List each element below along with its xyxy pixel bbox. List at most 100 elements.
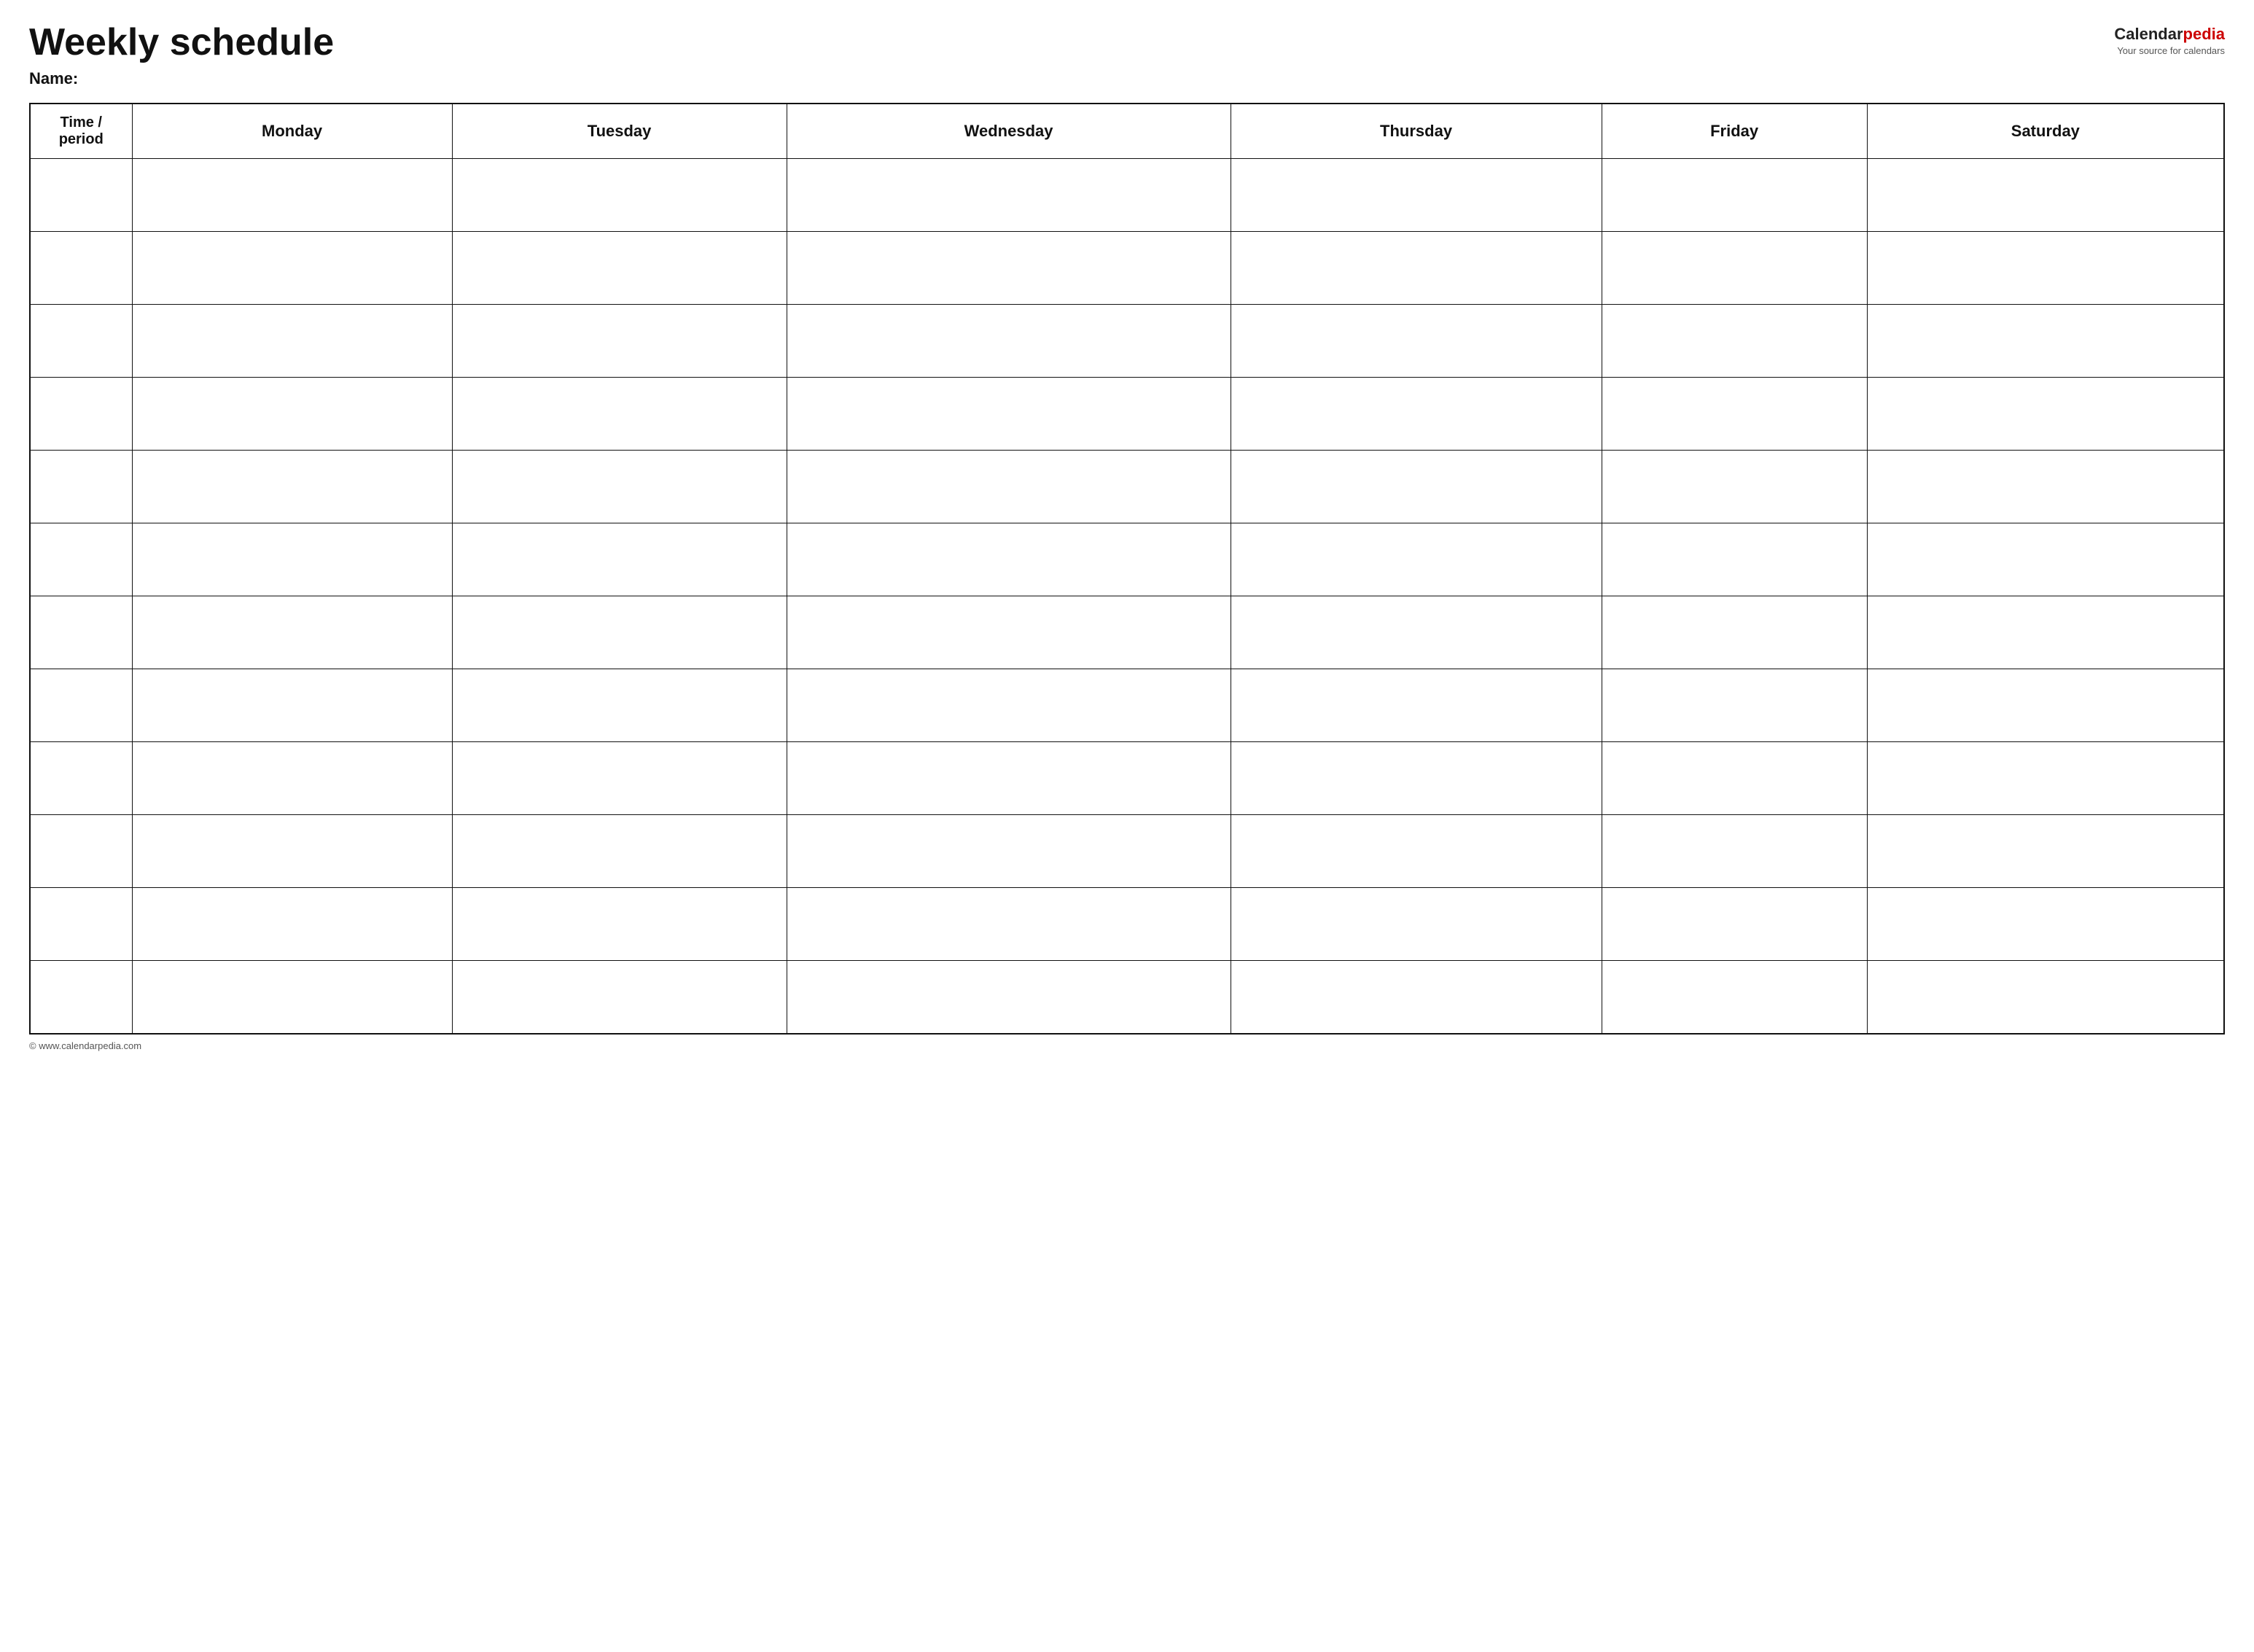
schedule-cell[interactable]	[1602, 815, 1867, 888]
table-row	[30, 232, 2224, 305]
schedule-cell[interactable]	[787, 596, 1231, 669]
schedule-cell[interactable]	[787, 815, 1231, 888]
schedule-cell[interactable]	[452, 378, 787, 451]
schedule-cell[interactable]	[1867, 669, 2224, 742]
time-cell[interactable]	[30, 159, 132, 232]
table-row	[30, 378, 2224, 451]
page-title: Weekly schedule	[29, 22, 334, 63]
schedule-cell[interactable]	[1602, 669, 1867, 742]
schedule-cell[interactable]	[1231, 815, 1602, 888]
schedule-cell[interactable]	[1602, 451, 1867, 523]
schedule-cell[interactable]	[1231, 961, 1602, 1034]
schedule-cell[interactable]	[1867, 451, 2224, 523]
name-label: Name:	[29, 69, 334, 88]
schedule-cell[interactable]	[452, 523, 787, 596]
col-header-wednesday: Wednesday	[787, 104, 1231, 159]
schedule-cell[interactable]	[452, 742, 787, 815]
schedule-cell[interactable]	[1602, 378, 1867, 451]
schedule-cell[interactable]	[1231, 742, 1602, 815]
schedule-cell[interactable]	[1231, 305, 1602, 378]
schedule-cell[interactable]	[452, 232, 787, 305]
time-cell[interactable]	[30, 742, 132, 815]
schedule-cell[interactable]	[1602, 596, 1867, 669]
table-row	[30, 742, 2224, 815]
schedule-cell[interactable]	[787, 523, 1231, 596]
schedule-cell[interactable]	[787, 305, 1231, 378]
logo-section: Calendarpedia Your source for calendars	[2114, 22, 2225, 56]
schedule-cell[interactable]	[1867, 888, 2224, 961]
schedule-cell[interactable]	[787, 159, 1231, 232]
time-cell[interactable]	[30, 378, 132, 451]
time-cell[interactable]	[30, 815, 132, 888]
schedule-cell[interactable]	[1602, 232, 1867, 305]
time-cell[interactable]	[30, 451, 132, 523]
time-cell[interactable]	[30, 961, 132, 1034]
time-cell[interactable]	[30, 888, 132, 961]
schedule-cell[interactable]	[132, 378, 452, 451]
schedule-cell[interactable]	[787, 378, 1231, 451]
schedule-cell[interactable]	[1231, 523, 1602, 596]
schedule-cell[interactable]	[452, 961, 787, 1034]
schedule-cell[interactable]	[787, 232, 1231, 305]
title-section: Weekly schedule Name:	[29, 22, 334, 88]
schedule-cell[interactable]	[132, 523, 452, 596]
schedule-cell[interactable]	[132, 159, 452, 232]
schedule-cell[interactable]	[1867, 815, 2224, 888]
schedule-cell[interactable]	[452, 669, 787, 742]
time-cell[interactable]	[30, 596, 132, 669]
schedule-cell[interactable]	[1231, 451, 1602, 523]
schedule-cell[interactable]	[1867, 596, 2224, 669]
schedule-cell[interactable]	[132, 232, 452, 305]
table-row	[30, 669, 2224, 742]
schedule-cell[interactable]	[1867, 232, 2224, 305]
schedule-cell[interactable]	[1867, 961, 2224, 1034]
schedule-cell[interactable]	[1231, 159, 1602, 232]
schedule-cell[interactable]	[1867, 378, 2224, 451]
schedule-cell[interactable]	[1867, 159, 2224, 232]
schedule-cell[interactable]	[1602, 961, 1867, 1034]
table-row	[30, 159, 2224, 232]
schedule-cell[interactable]	[132, 888, 452, 961]
schedule-cell[interactable]	[1231, 378, 1602, 451]
schedule-cell[interactable]	[1231, 888, 1602, 961]
schedule-cell[interactable]	[1231, 232, 1602, 305]
schedule-cell[interactable]	[787, 669, 1231, 742]
schedule-cell[interactable]	[452, 451, 787, 523]
schedule-cell[interactable]	[1867, 523, 2224, 596]
schedule-cell[interactable]	[452, 305, 787, 378]
schedule-cell[interactable]	[1602, 305, 1867, 378]
table-row	[30, 961, 2224, 1034]
footer-text: © www.calendarpedia.com	[29, 1040, 141, 1051]
table-row	[30, 305, 2224, 378]
schedule-cell[interactable]	[452, 159, 787, 232]
schedule-cell[interactable]	[452, 888, 787, 961]
schedule-cell[interactable]	[787, 742, 1231, 815]
table-row	[30, 815, 2224, 888]
time-cell[interactable]	[30, 669, 132, 742]
schedule-cell[interactable]	[1602, 888, 1867, 961]
table-row	[30, 888, 2224, 961]
col-header-friday: Friday	[1602, 104, 1867, 159]
time-cell[interactable]	[30, 305, 132, 378]
schedule-cell[interactable]	[132, 961, 452, 1034]
schedule-cell[interactable]	[787, 961, 1231, 1034]
time-cell[interactable]	[30, 232, 132, 305]
schedule-cell[interactable]	[452, 596, 787, 669]
schedule-cell[interactable]	[1867, 742, 2224, 815]
schedule-cell[interactable]	[452, 815, 787, 888]
schedule-cell[interactable]	[132, 669, 452, 742]
schedule-cell[interactable]	[1602, 159, 1867, 232]
schedule-cell[interactable]	[787, 451, 1231, 523]
schedule-cell[interactable]	[132, 451, 452, 523]
schedule-cell[interactable]	[1602, 742, 1867, 815]
schedule-cell[interactable]	[132, 305, 452, 378]
schedule-cell[interactable]	[132, 596, 452, 669]
schedule-cell[interactable]	[1867, 305, 2224, 378]
schedule-cell[interactable]	[1602, 523, 1867, 596]
schedule-cell[interactable]	[1231, 669, 1602, 742]
schedule-cell[interactable]	[132, 742, 452, 815]
schedule-cell[interactable]	[787, 888, 1231, 961]
schedule-cell[interactable]	[132, 815, 452, 888]
time-cell[interactable]	[30, 523, 132, 596]
schedule-cell[interactable]	[1231, 596, 1602, 669]
